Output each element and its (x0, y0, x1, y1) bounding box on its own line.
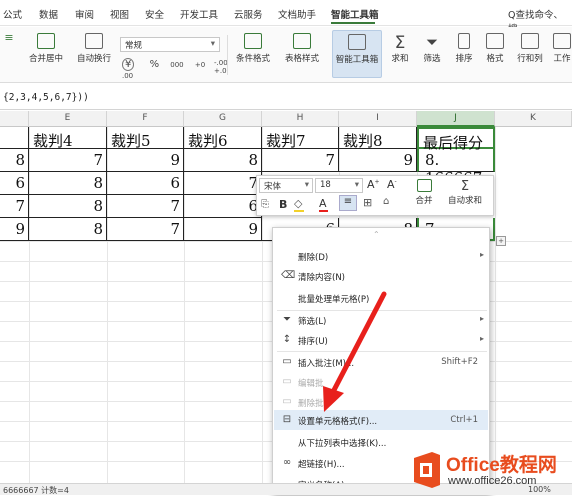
office-logo-icon (414, 452, 440, 488)
annotation-arrow (323, 291, 387, 412)
watermark-brand: Office教程网 (446, 455, 557, 476)
status-summary: 6666667 计数=4 (3, 486, 69, 495)
site-watermark: Office教程网 www.office26.com (408, 448, 572, 494)
watermark-url: www.office26.com (448, 475, 537, 487)
